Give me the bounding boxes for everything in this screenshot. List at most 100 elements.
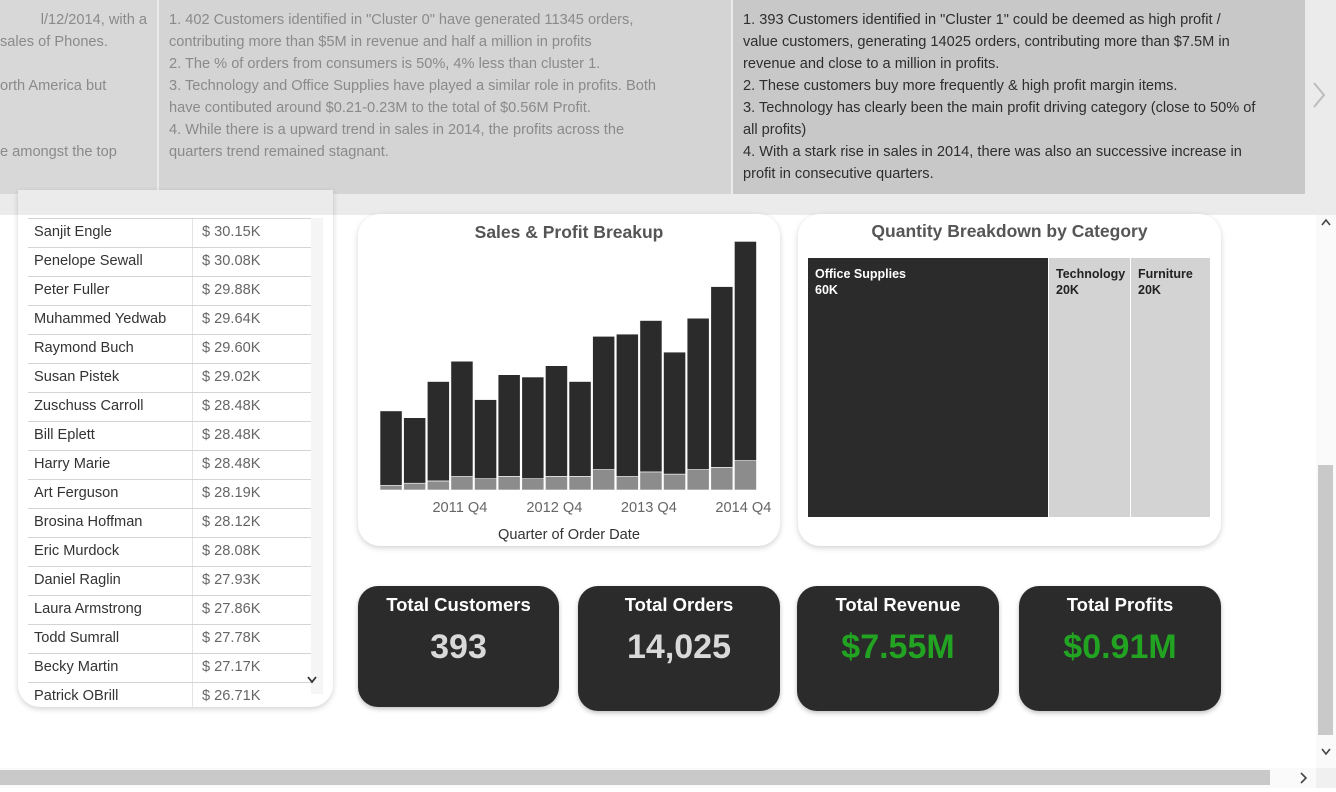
kpi-total-orders: Total Orders 14,025 xyxy=(578,586,780,711)
table-row[interactable]: Peter Fuller $ 29.88K xyxy=(28,277,311,306)
customer-value: $ 29.64K xyxy=(202,311,261,327)
scroll-right-icon[interactable] xyxy=(1298,768,1308,792)
customer-name: Eric Murdock xyxy=(34,543,120,559)
insight-line: profit in consecutive quarters. xyxy=(743,166,934,182)
insight-line: e amongst the top xyxy=(0,144,117,160)
customer-name: Bill Eplett xyxy=(34,427,95,443)
table-row[interactable]: Penelope Sewall $ 30.08K xyxy=(28,248,311,277)
kpi-total-customers: Total Customers 393 xyxy=(358,586,559,707)
profit-bar[interactable] xyxy=(403,482,426,491)
sales-bar[interactable] xyxy=(497,374,521,477)
profit-bar[interactable] xyxy=(686,469,710,491)
insight-panel-previous[interactable]: l/12/2014, with a sales of Phones. orth … xyxy=(0,0,157,194)
profit-bar[interactable] xyxy=(568,476,592,491)
profit-bar[interactable] xyxy=(379,485,403,491)
sales-bar[interactable] xyxy=(474,399,497,480)
scroll-up-icon[interactable] xyxy=(1320,215,1332,230)
profit-bar[interactable] xyxy=(521,478,545,491)
table-row[interactable]: Patrick OBrill $ 26.71K xyxy=(28,683,311,707)
customer-value: $ 29.88K xyxy=(202,282,261,298)
tile-label: Technology xyxy=(1056,267,1126,281)
sales-bar[interactable] xyxy=(379,410,403,486)
sales-bar[interactable] xyxy=(734,241,757,461)
customer-name: Peter Fuller xyxy=(34,282,110,298)
chevron-right-icon[interactable] xyxy=(1311,80,1333,110)
table-row[interactable]: Laura Armstrong $ 27.86K xyxy=(28,596,311,625)
treemap-tile-furniture[interactable]: Furniture 20K xyxy=(1131,258,1210,517)
customer-rows: Sanjit Engle $ 30.15K Penelope Sewall $ 30.… xyxy=(28,218,311,707)
sales-bar[interactable] xyxy=(686,317,710,470)
insight-line: value customers, generating 14025 orders… xyxy=(743,34,1230,50)
profit-bar[interactable] xyxy=(734,460,757,491)
profit-bar[interactable] xyxy=(639,471,663,491)
sales-bar[interactable] xyxy=(450,360,474,477)
insight-line: all profits) xyxy=(743,122,807,138)
customer-name: Zuschuss Carroll xyxy=(34,398,144,414)
kpi-label: Total Orders xyxy=(624,594,734,615)
table-row[interactable]: Susan Pistek $ 29.02K xyxy=(28,364,311,393)
insight-panel-cluster-1[interactable]: 1. 393 Customers identified in "Cluster … xyxy=(733,0,1305,194)
tile-value: 20K xyxy=(1056,283,1079,297)
sales-bar[interactable] xyxy=(403,417,426,484)
table-row[interactable]: Bill Eplett $ 28.48K xyxy=(28,422,311,451)
table-row[interactable]: Brosina Hoffman $ 28.12K xyxy=(28,509,311,538)
profit-bar[interactable] xyxy=(710,467,734,491)
customer-name: Raymond Buch xyxy=(34,340,134,356)
profit-bar[interactable] xyxy=(592,469,616,491)
profit-bar[interactable] xyxy=(663,473,686,491)
customer-value: $ 28.48K xyxy=(202,427,261,443)
table-row[interactable]: Raymond Buch $ 29.60K xyxy=(28,335,311,364)
customer-value: $ 27.17K xyxy=(202,659,261,675)
top-customers-list: Sanjit Engle $ 30.15K Penelope Sewall $ 30.… xyxy=(18,190,333,707)
sales-bar[interactable] xyxy=(639,320,663,473)
insight-line: 3. Technology and Office Supplies have p… xyxy=(169,78,657,94)
vertical-scrollbar[interactable] xyxy=(1316,215,1336,768)
profit-bar[interactable] xyxy=(427,480,450,491)
sales-bar[interactable] xyxy=(568,381,592,477)
profit-bar[interactable] xyxy=(615,476,639,491)
table-row[interactable]: Art Ferguson $ 28.19K xyxy=(28,480,311,509)
insight-panel-cluster-0[interactable]: 1. 402 Customers identified in "Cluster … xyxy=(159,0,731,194)
table-row[interactable]: Eric Murdock $ 28.08K xyxy=(28,538,311,567)
sales-bar[interactable] xyxy=(521,376,545,479)
kpi-label: Total Revenue xyxy=(835,594,961,615)
customer-name: Art Ferguson xyxy=(34,485,119,501)
sales-bar[interactable] xyxy=(663,351,686,475)
sales-bar[interactable] xyxy=(545,365,568,477)
vertical-scroll-thumb[interactable] xyxy=(1318,465,1333,735)
insight-line: 4. While there is a upward trend in sale… xyxy=(169,122,625,138)
sales-bar[interactable] xyxy=(710,286,734,468)
sales-bar[interactable] xyxy=(615,333,639,477)
quantity-treemap-card: Quantity Breakdown by Category Office Su… xyxy=(798,214,1221,546)
table-row[interactable]: Harry Marie $ 28.48K xyxy=(28,451,311,480)
insight-line: revenue and close to a million in profit… xyxy=(743,56,1000,72)
sales-bar[interactable] xyxy=(427,381,450,482)
customer-name: Brosina Hoffman xyxy=(34,514,143,530)
profit-bar[interactable] xyxy=(450,476,474,491)
profit-bar[interactable] xyxy=(545,476,568,491)
table-row[interactable]: Zuschuss Carroll $ 28.48K xyxy=(28,393,311,422)
sales-profit-chart-card: Sales & Profit Breakup 2011 Q4 2012 Q4 201… xyxy=(358,214,780,546)
kpi-total-revenue: Total Revenue $7.55M xyxy=(797,586,999,711)
table-row[interactable]: Daniel Raglin $ 27.93K xyxy=(28,567,311,596)
treemap-tile-office-supplies[interactable]: Office Supplies 60K xyxy=(808,258,1048,517)
chevron-down-icon[interactable] xyxy=(306,672,318,688)
table-row[interactable]: Muhammed Yedwab $ 29.64K xyxy=(28,306,311,335)
treemap-tile-technology[interactable]: Technology 20K xyxy=(1049,258,1130,517)
horizontal-scrollbar[interactable] xyxy=(0,768,1316,788)
kpi-value: 393 xyxy=(430,628,487,666)
sales-bar[interactable] xyxy=(592,336,616,470)
insight-line xyxy=(0,119,147,141)
table-row[interactable]: Sanjit Engle $ 30.15K xyxy=(28,218,311,248)
customer-name: Sanjit Engle xyxy=(34,224,112,240)
horizontal-scroll-thumb[interactable] xyxy=(0,770,1270,785)
table-row[interactable]: Todd Sumrall $ 27.78K xyxy=(28,625,311,654)
tile-value: 20K xyxy=(1138,283,1161,297)
scroll-down-icon[interactable] xyxy=(1320,745,1332,760)
profit-bar[interactable] xyxy=(497,476,521,491)
customer-value: $ 26.71K xyxy=(202,688,261,704)
table-row[interactable]: Becky Martin $ 27.17K xyxy=(28,654,311,683)
list-scrollbar[interactable] xyxy=(311,218,323,694)
profit-bar[interactable] xyxy=(474,478,497,491)
customer-value: $ 28.19K xyxy=(202,485,261,501)
